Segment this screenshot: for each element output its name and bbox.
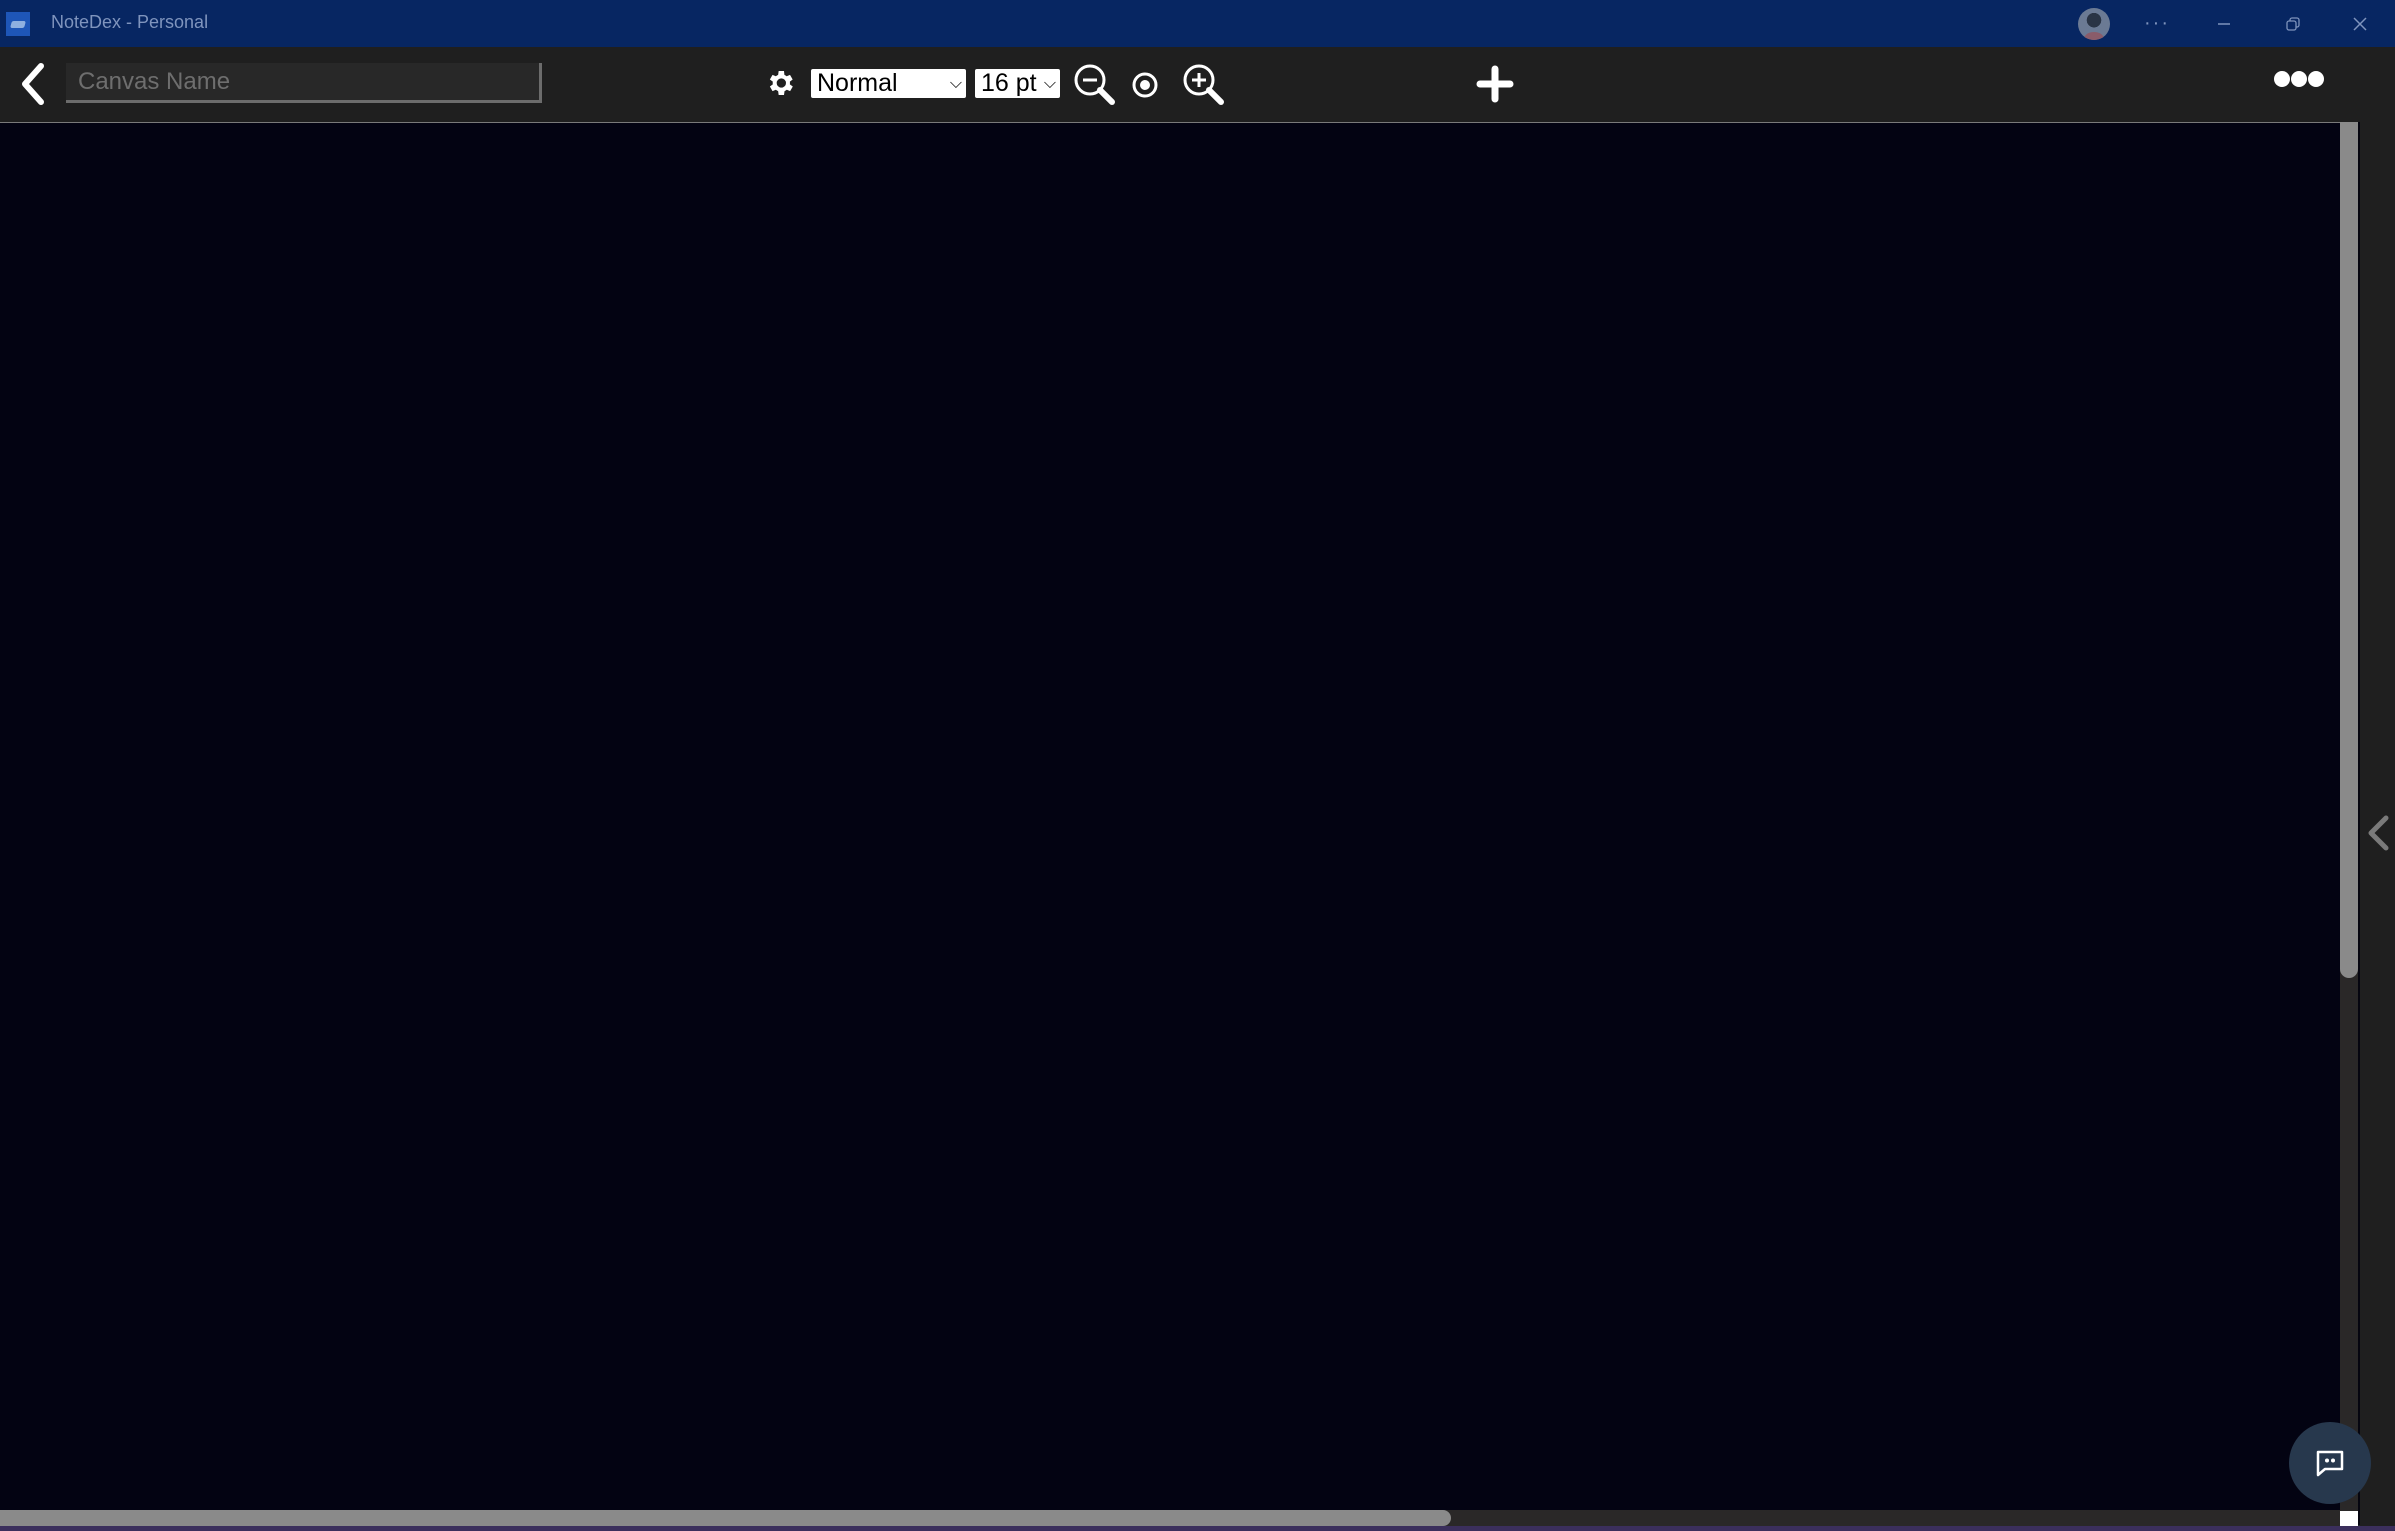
text-style-value: Normal — [817, 69, 898, 97]
chevron-down-icon: ⌵ — [1043, 75, 1056, 92]
more-menu-button[interactable] — [2274, 71, 2324, 93]
vertical-scrollbar-thumb[interactable] — [2340, 122, 2358, 978]
plus-icon — [1476, 65, 1514, 103]
more-horizontal-icon — [2274, 71, 2290, 87]
window-bottom-edge — [0, 1526, 2395, 1531]
more-options-icon: ··· — [2144, 12, 2170, 34]
chevron-down-icon: ⌵ — [949, 75, 962, 92]
settings-button[interactable] — [764, 67, 796, 99]
back-button[interactable] — [14, 59, 56, 109]
title-bar: NoteDex - Personal ··· — [0, 0, 2395, 47]
close-button[interactable] — [2330, 0, 2390, 47]
window-title: NoteDex - Personal — [51, 12, 209, 32]
drawing-canvas[interactable] — [0, 122, 2340, 1511]
text-style-select[interactable]: Normal ⌵ — [811, 69, 966, 98]
vertical-scrollbar[interactable] — [2340, 122, 2358, 1525]
restore-icon — [2286, 16, 2300, 31]
gear-icon — [769, 71, 793, 95]
zoom-out-icon — [1074, 64, 1115, 105]
zoom-out-button[interactable] — [1072, 62, 1118, 108]
app-logo-icon — [6, 12, 30, 36]
font-size-select[interactable]: 16 pt ⌵ — [975, 69, 1060, 98]
chevron-left-icon — [22, 63, 44, 105]
chat-bubble-icon — [2316, 1450, 2344, 1477]
scrollbar-corner — [2340, 1511, 2358, 1526]
window-more-button[interactable]: ··· — [2127, 0, 2187, 47]
minimize-icon — [2218, 22, 2230, 25]
chevron-left-icon — [2368, 815, 2389, 851]
chat-button[interactable] — [2289, 1422, 2371, 1504]
user-avatar[interactable] — [2078, 8, 2110, 40]
side-panel-toggle[interactable] — [2360, 808, 2395, 858]
horizontal-scrollbar[interactable] — [0, 1510, 2340, 1526]
close-icon — [2353, 16, 2367, 31]
canvas-name-input[interactable] — [66, 63, 542, 103]
canvas-toolbar: Normal ⌵ 16 pt ⌵ — [0, 47, 2395, 122]
add-button[interactable] — [1475, 64, 1515, 104]
horizontal-scrollbar-thumb[interactable] — [0, 1510, 1451, 1526]
zoom-in-button[interactable] — [1181, 62, 1227, 108]
zoom-reset-button[interactable] — [1131, 71, 1159, 99]
zoom-in-icon — [1183, 64, 1224, 105]
font-size-value: 16 pt — [981, 69, 1037, 97]
restore-button[interactable] — [2263, 0, 2323, 47]
minimize-button[interactable] — [2194, 0, 2254, 47]
target-icon — [1132, 72, 1158, 98]
